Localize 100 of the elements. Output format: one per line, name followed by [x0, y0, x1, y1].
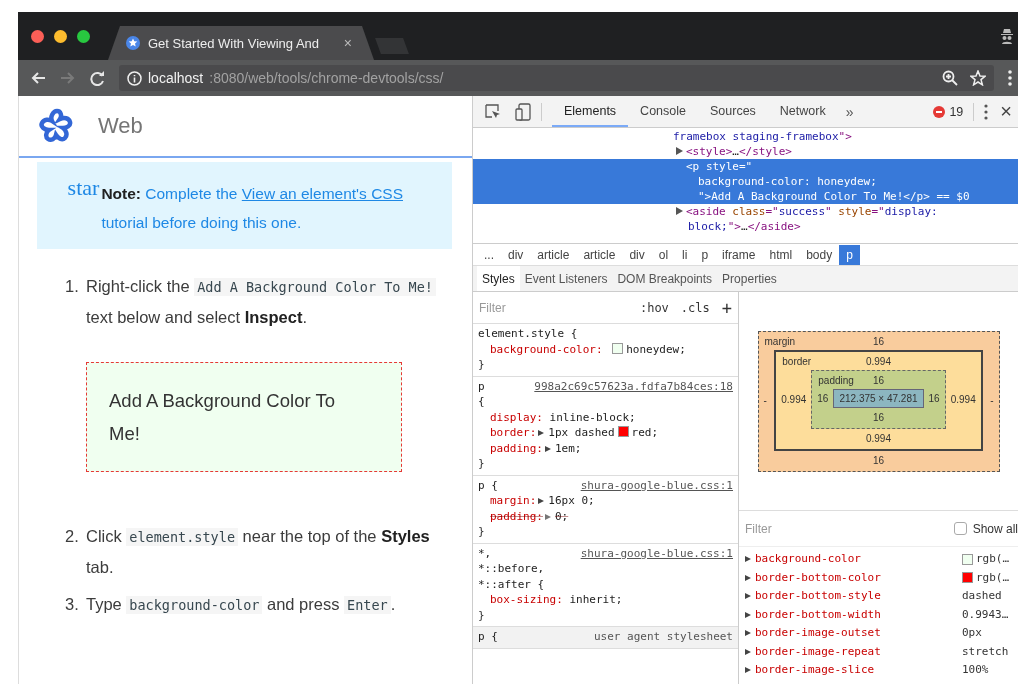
tab-close-button[interactable]: ×: [343, 35, 352, 51]
panel-tab[interactable]: Elements: [552, 96, 629, 127]
close-button[interactable]: ×: [988, 100, 1018, 123]
pane-tab[interactable]: Styles: [477, 266, 520, 291]
window-zoom-button[interactable]: [77, 30, 90, 43]
css-declaration[interactable]: display: inline-block;: [478, 409, 733, 425]
padding-value: 16: [871, 410, 886, 425]
margin-value: 16: [871, 453, 886, 468]
margin-value: -: [989, 394, 995, 406]
padding-label: padding: [818, 374, 854, 386]
browser-tab[interactable]: Get Started With Viewing And ×: [108, 26, 374, 60]
css-declaration[interactable]: box-sizing: inherit;: [478, 592, 733, 608]
css-declaration[interactable]: padding: 0;: [478, 508, 733, 524]
breadcrumb[interactable]: div: [501, 244, 531, 265]
menu-icon[interactable]: [984, 103, 989, 120]
filter-field[interactable]: Filter: [745, 521, 948, 536]
border-value: 0.994: [864, 431, 892, 446]
border-value: 0.994: [780, 393, 808, 405]
css-declaration[interactable]: margin: 16px 0;: [478, 493, 733, 509]
stylesheet-link[interactable]: shura-google-blue.css:1: [580, 477, 733, 493]
panel-tab[interactable]: Console: [628, 96, 698, 127]
padding-value: 16: [872, 374, 885, 386]
breadcrumb[interactable]: iframe: [715, 244, 763, 265]
border-value: 0.994: [865, 355, 891, 367]
computed-property[interactable]: background-color rgb(…: [739, 550, 1018, 569]
content-size: 212.375 × 47.281: [833, 388, 924, 408]
css-selector: *,: [478, 545, 492, 561]
computed-property[interactable]: border-bottom-style dashed: [739, 587, 1018, 606]
css-selector: p: [478, 378, 485, 394]
pane-tab[interactable]: DOM Breakpoints: [612, 266, 718, 291]
toolbar-button[interactable]: .cls: [680, 300, 710, 315]
error-icon: [933, 105, 946, 118]
site-title: Web: [98, 113, 143, 139]
border-label: border: [782, 355, 812, 367]
dom-node[interactable]: <aside class="success" style="display: block;">…</aside>: [473, 204, 1018, 234]
breadcrumb[interactable]: div: [622, 244, 652, 265]
panel-tab[interactable]: Sources: [698, 96, 768, 127]
css-selector: {: [478, 394, 485, 410]
css-selector: p {: [478, 629, 498, 645]
show-all-checkbox[interactable]: Show all: [953, 521, 1018, 536]
breadcrumb[interactable]: html: [762, 244, 800, 265]
computed-property[interactable]: border-image-slice 100%: [739, 661, 1018, 680]
breadcrumb[interactable]: article: [530, 244, 577, 265]
back-arrow-icon[interactable]: [30, 71, 46, 85]
toolbar-button[interactable]: +: [721, 297, 732, 318]
menu-icon[interactable]: [1008, 70, 1012, 86]
breadcrumb[interactable]: body: [799, 244, 840, 265]
margin-value: 16: [872, 335, 885, 347]
step-text: Right-click the Add A Background Color To Me! text below and select Inspect.: [86, 271, 454, 332]
breadcrumb[interactable]: ol: [651, 244, 676, 265]
breadcrumb[interactable]: ...: [477, 244, 501, 265]
star-icon-text: star: [67, 176, 100, 200]
breadcrumb[interactable]: li: [675, 244, 695, 265]
window-close-button[interactable]: [31, 30, 44, 43]
breadcrumb[interactable]: article: [576, 244, 623, 265]
border-value: 0.994: [949, 393, 977, 405]
css-selector: element.style {: [478, 326, 578, 342]
css-selector: *::after {: [478, 576, 545, 592]
stylesheet-link[interactable]: shura-google-blue.css:1: [580, 545, 733, 561]
css-declaration[interactable]: background-color: honeydew;: [478, 341, 733, 357]
computed-property[interactable]: border-image-outset 0px: [739, 624, 1018, 643]
note-text: Note: Complete the View an element's CSS tutorial before doing this one.: [101, 184, 404, 233]
padding-value: 16: [816, 392, 830, 404]
breadcrumb[interactable]: p: [694, 244, 716, 265]
breadcrumb[interactable]: p: [839, 244, 860, 265]
padding-value: 16: [927, 392, 941, 404]
step-number: 2.: [65, 526, 80, 547]
panel-tab[interactable]: Network: [767, 96, 838, 127]
pane-tab[interactable]: Event Listeners: [519, 266, 613, 291]
profile-icon[interactable]: [1000, 28, 1014, 44]
computed-property[interactable]: border-bottom-color rgb(…: [739, 568, 1018, 587]
more-tabs-button[interactable]: »: [837, 103, 862, 120]
color-swatch[interactable]: [617, 426, 629, 437]
closing-brace: }: [478, 456, 486, 472]
css-selector: *::before,: [478, 561, 545, 577]
bookmark-star-icon[interactable]: [970, 70, 986, 86]
filter-field[interactable]: Filter: [479, 300, 628, 315]
star-favicon-icon: [126, 36, 140, 50]
css-declaration[interactable]: padding: 1em;: [478, 440, 733, 456]
error-count[interactable]: 19: [949, 104, 964, 119]
address-field[interactable]: localhost :8080/web/tools/chrome-devtools/css/: [119, 65, 994, 91]
closing-brace: }: [478, 524, 486, 540]
inspect-cursor-icon[interactable]: [485, 103, 501, 120]
pane-tab[interactable]: Properties: [717, 266, 782, 291]
reload-icon[interactable]: [90, 70, 105, 86]
toolbar-button[interactable]: :hov: [639, 300, 669, 315]
device-toggle-icon[interactable]: [515, 102, 531, 121]
closing-brace: }: [478, 607, 486, 623]
color-swatch[interactable]: [612, 342, 624, 354]
closing-brace: }: [478, 357, 486, 373]
dom-node[interactable]: <p style=" background-color: honeydew; ">Add A Background Color To Me!</p> == $0: [473, 159, 1018, 204]
computed-property[interactable]: border-image-repeat stretch: [739, 642, 1018, 661]
stylesheet-link[interactable]: 998a2c69c57623a.fdfa7b84ces:18: [534, 378, 733, 394]
computed-property[interactable]: border-bottom-width 0.9943…: [739, 605, 1018, 624]
zoom-icon[interactable]: [942, 70, 958, 86]
step-text: Click element.style near the top of the Styles tab.: [86, 526, 431, 578]
step-number: 1.: [65, 276, 80, 297]
window-minimize-button[interactable]: [54, 30, 67, 43]
dom-node[interactable]: framebox staging-framebox">: [473, 129, 1018, 144]
css-declaration[interactable]: border: 1px dashed red;: [478, 425, 733, 441]
